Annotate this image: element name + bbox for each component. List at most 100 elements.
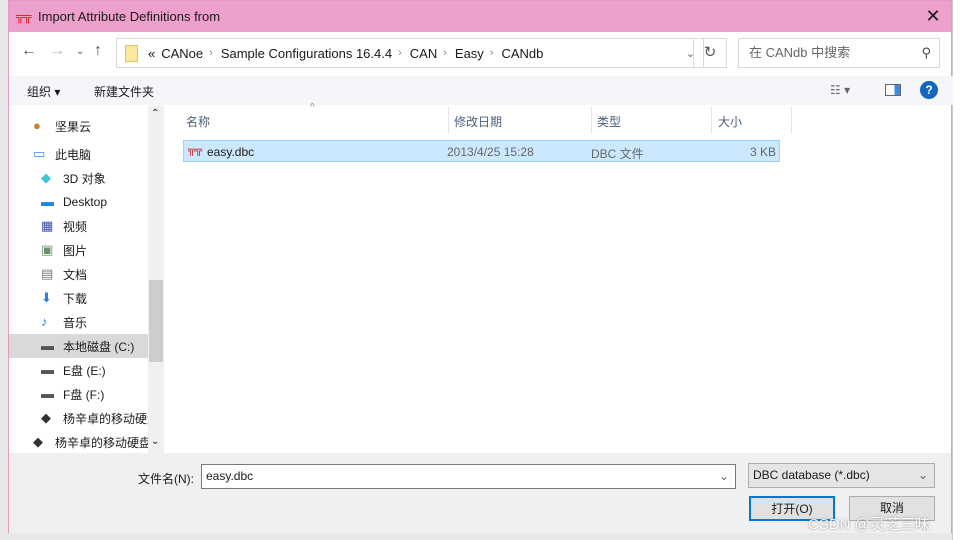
column-name[interactable]: 名称 (186, 113, 210, 130)
forward-icon[interactable]: → (49, 42, 65, 60)
chevron-right-icon[interactable]: › (398, 47, 402, 59)
sidebar-item-label: 本地磁盘 (C:) (63, 339, 135, 354)
breadcrumb-overflow[interactable]: « (148, 46, 155, 61)
usb-drive-icon: ◆ (33, 434, 43, 449)
sidebar-item-label: 音乐 (63, 315, 88, 330)
file-size: 3 KB (749, 145, 776, 159)
sidebar-item-label: 坚果云 (55, 119, 92, 134)
file-list: ^ 名称 修改日期 类型 大小 ╦╦ easy.dbc 2013/4/25 15… (175, 102, 953, 453)
computer-icon: ▭ (33, 146, 46, 161)
sidebar-item-label: 杨辛卓的移动硬盘 (63, 411, 160, 426)
up-icon[interactable]: ↑ (94, 42, 102, 60)
refresh-button[interactable]: ↻ (693, 38, 727, 68)
nav-scrollbar[interactable]: ⌃ ⌄ (148, 106, 164, 453)
sidebar-item-label: 下载 (63, 291, 88, 306)
file-type: DBC 文件 (591, 147, 644, 161)
nut-icon: ● (33, 118, 41, 133)
sort-ascending-icon: ^ (310, 102, 315, 113)
filename-label: 文件名(N): (138, 472, 194, 486)
column-size[interactable]: 大小 (718, 113, 742, 130)
scrollbar-thumb[interactable] (149, 280, 163, 362)
file-modified: 2013/4/25 15:28 (447, 145, 534, 159)
filename-input[interactable]: easy.dbc ⌄ (201, 464, 736, 489)
music-icon: ♪ (41, 314, 48, 329)
sidebar-item[interactable]: ▬ F盘 (F:) (9, 382, 164, 406)
view-options-icon[interactable]: ☷ ▾ (830, 83, 850, 97)
scroll-up-icon[interactable]: ⌃ (151, 108, 159, 119)
search-icon[interactable]: ⚲ (921, 39, 931, 67)
column-header-row: ^ 名称 修改日期 类型 大小 (175, 102, 953, 134)
sidebar-item-label: 3D 对象 (63, 171, 106, 186)
toolbar: 组织 ▾ 新建文件夹 ☷ ▾ ? (9, 76, 953, 105)
filter-value: DBC database (*.dbc) (753, 468, 870, 482)
sidebar-item[interactable]: ▬ Desktop (9, 190, 164, 214)
preview-pane-icon[interactable] (885, 84, 901, 96)
usb-drive-icon: ◆ (41, 410, 51, 425)
sidebar-item[interactable]: ◆ 杨辛卓的移动硬盘 (9, 430, 164, 453)
sidebar-item-label: F盘 (F:) (63, 387, 105, 402)
navigation-bar: ← → ⌄ ↑ « CANoe › Sample Configurations 1… (9, 38, 953, 68)
sidebar-item[interactable]: ◆ 3D 对象 (9, 166, 164, 190)
chevron-right-icon[interactable]: › (443, 47, 447, 59)
sidebar-item[interactable]: ▬ 本地磁盘 (C:) (9, 334, 164, 358)
sidebar-item-label: 图片 (63, 243, 88, 258)
address-bar[interactable]: « CANoe › Sample Configurations 16.4.4 › C… (116, 38, 704, 68)
chevron-down-icon[interactable]: ⌄ (719, 465, 729, 488)
scroll-down-icon[interactable]: ⌄ (151, 436, 159, 447)
file-type-filter[interactable]: DBC database (*.dbc) ⌄ (748, 463, 935, 488)
search-placeholder: 在 CANdb 中搜索 (749, 45, 851, 60)
chevron-right-icon[interactable]: › (490, 47, 494, 59)
sidebar-item[interactable]: ● 坚果云 (9, 114, 164, 138)
dialog-title: Import Attribute Definitions from (38, 9, 221, 24)
picture-icon: ▣ (41, 242, 54, 257)
sidebar-item-label: 杨辛卓的移动硬盘 (55, 435, 152, 450)
sidebar-item-label: E盘 (E:) (63, 363, 106, 378)
column-modified[interactable]: 修改日期 (454, 113, 502, 130)
watermark: CSDN @灵芝三味 (808, 516, 930, 533)
file-name: easy.dbc (207, 145, 255, 159)
import-dialog: ╦╦ Import Attribute Definitions from ✕ ←… (8, 0, 953, 533)
help-icon[interactable]: ? (920, 81, 938, 99)
app-icon: ╦╦ (16, 10, 32, 23)
sidebar-item[interactable]: ▣ 图片 (9, 238, 164, 262)
close-button[interactable]: ✕ (921, 6, 945, 27)
sidebar-item[interactable]: ♪ 音乐 (9, 310, 164, 334)
sidebar-item[interactable]: ▤ 文档 (9, 262, 164, 286)
title-bar: ╦╦ Import Attribute Definitions from (9, 1, 951, 32)
sidebar-item[interactable]: ▬ E盘 (E:) (9, 358, 164, 382)
sidebar-item-label: 文档 (63, 267, 88, 282)
file-row[interactable]: ╦╦ easy.dbc 2013/4/25 15:28 DBC 文件 3 KB (183, 140, 780, 162)
sidebar-item[interactable]: ▭ 此电脑 (9, 142, 164, 166)
sidebar-item-label: Desktop (63, 195, 108, 209)
background-window (952, 0, 960, 540)
drive-icon: ▬ (41, 338, 54, 353)
dbc-file-icon: ╦╦ (188, 145, 203, 156)
navigation-pane: ● 坚果云 ▭ 此电脑 ◆ 3D 对象 ▬ Desktop ▦ 视频 ▣ 图片 ▤ 文档 ⬇ 下载 ♪ 音乐 ▬ 本地… (9, 106, 164, 453)
video-icon: ▦ (41, 218, 54, 233)
cube-icon: ◆ (41, 170, 51, 185)
breadcrumb-4[interactable]: CANdb (501, 46, 543, 61)
recent-chevron-icon[interactable]: ⌄ (76, 46, 84, 57)
folder-icon (125, 44, 138, 62)
download-icon: ⬇ (41, 290, 52, 305)
column-type[interactable]: 类型 (597, 113, 621, 130)
chevron-down-icon[interactable]: ⌄ (918, 464, 928, 487)
sidebar-item-label: 此电脑 (55, 147, 92, 162)
breadcrumb-2[interactable]: CAN (410, 46, 437, 61)
back-icon[interactable]: ← (21, 42, 37, 60)
drive-icon: ▬ (41, 386, 54, 401)
sidebar-item[interactable]: ◆ 杨辛卓的移动硬盘 (9, 406, 164, 430)
search-input[interactable]: 在 CANdb 中搜索 ⚲ (738, 38, 940, 68)
breadcrumb-0[interactable]: CANoe (161, 46, 203, 61)
sidebar-item[interactable]: ⬇ 下载 (9, 286, 164, 310)
chevron-right-icon[interactable]: › (209, 47, 213, 59)
new-folder-button[interactable]: 新建文件夹 (94, 83, 154, 100)
breadcrumb-3[interactable]: Easy (455, 46, 484, 61)
filename-value: easy.dbc (206, 469, 254, 483)
sidebar-item-label: 视频 (63, 219, 88, 234)
breadcrumb-1[interactable]: Sample Configurations 16.4.4 (221, 46, 392, 61)
document-icon: ▤ (41, 266, 54, 281)
organize-button[interactable]: 组织 ▾ (27, 83, 60, 100)
desktop-icon: ▬ (41, 194, 54, 209)
sidebar-item[interactable]: ▦ 视频 (9, 214, 164, 238)
